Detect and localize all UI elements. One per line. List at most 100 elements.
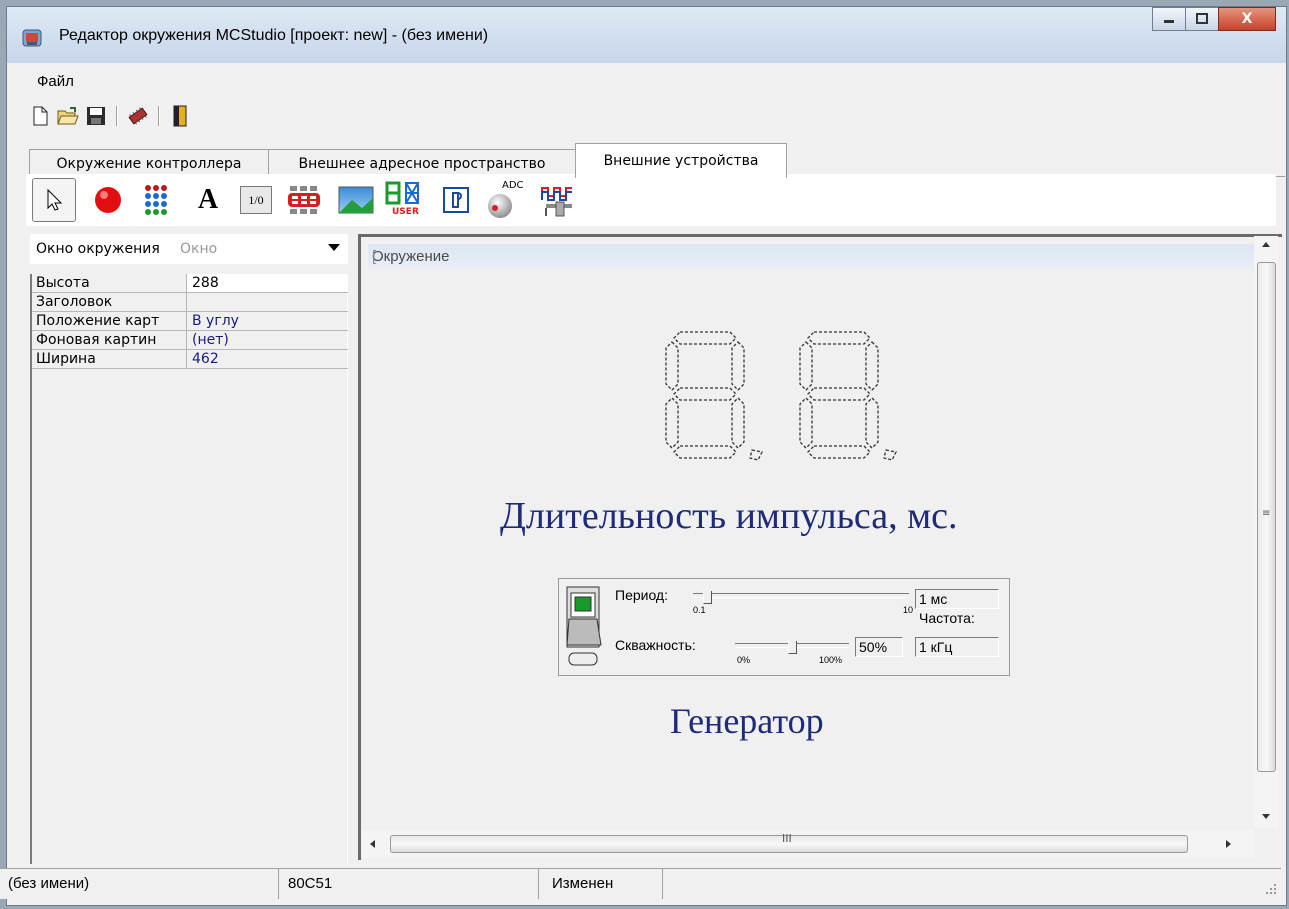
generator-caption[interactable]: Генератор xyxy=(670,700,824,742)
image-icon xyxy=(338,186,374,214)
keypad-tool[interactable] xyxy=(282,178,326,222)
duty-value: 50% xyxy=(855,637,903,657)
properties-pane: Окно окружения Окно Высота 288 Заголовок… xyxy=(30,234,348,864)
property-name: Высота xyxy=(36,275,90,291)
seven-segment-display[interactable] xyxy=(660,328,910,468)
period-slider[interactable] xyxy=(693,591,909,607)
new-file-button[interactable] xyxy=(29,105,51,127)
text-tool[interactable]: A xyxy=(186,178,230,222)
led-tool[interactable] xyxy=(86,178,130,222)
property-name: Ширина xyxy=(36,351,96,367)
window-controls: X xyxy=(1152,7,1276,33)
digit-1 xyxy=(665,331,763,461)
vertical-scrollbar[interactable]: ≡ xyxy=(1254,236,1278,828)
scroll-grip: ≡ xyxy=(1262,508,1271,519)
menu-file[interactable]: Файл xyxy=(37,73,74,90)
pointer-tool[interactable] xyxy=(32,178,76,222)
property-row[interactable]: Положение карт В углу xyxy=(32,312,348,331)
maximize-button[interactable] xyxy=(1185,7,1219,31)
tab-external-address-space[interactable]: Внешнее адресное пространство xyxy=(268,149,576,177)
object-selector-type: Окно xyxy=(180,241,218,257)
period-label: Период: xyxy=(615,587,668,603)
resize-grip-icon[interactable] xyxy=(1265,883,1277,895)
period-value: 1 мс xyxy=(915,589,999,609)
horizontal-scrollbar[interactable]: III xyxy=(362,830,1254,858)
edge-mark: [ xyxy=(372,248,377,265)
tab-label: Внешнее адресное пространство xyxy=(298,155,546,172)
maximize-icon xyxy=(1196,13,1208,24)
io-port-icon: 1/0 xyxy=(240,186,272,214)
property-row[interactable]: Фоновая картин (нет) xyxy=(32,331,348,350)
tab-external-devices[interactable]: Внешние устройства xyxy=(575,143,787,178)
duty-max: 100% xyxy=(819,655,843,665)
chip-button[interactable] xyxy=(127,105,149,127)
duty-slider-thumb[interactable] xyxy=(788,641,797,654)
adc-tool[interactable]: ADC xyxy=(484,178,528,222)
frequency-value: 1 кГц xyxy=(915,637,999,657)
led-matrix-tool[interactable] xyxy=(134,178,178,222)
frequency-label: Частота: xyxy=(919,610,975,626)
environment-title-bar[interactable]: Окружение [ xyxy=(368,244,1264,268)
duty-min: 0% xyxy=(737,655,751,665)
button-device-tool[interactable] xyxy=(434,178,478,222)
open-folder-icon xyxy=(57,107,79,125)
property-value[interactable]: В углу xyxy=(192,313,239,329)
property-grid: Высота 288 Заголовок Положение карт В уг… xyxy=(30,274,348,864)
object-selector-value: Окно окружения xyxy=(36,241,160,257)
window-title: Редактор окружения MCStudio [проект: new… xyxy=(59,27,489,44)
io-port-tool[interactable]: 1/0 xyxy=(234,178,278,222)
period-slider-thumb[interactable] xyxy=(703,591,712,604)
period-max: 10 xyxy=(903,605,914,615)
device-toolbar: A 1/0 USER ADC xyxy=(26,174,1276,226)
slider-track xyxy=(693,593,909,598)
minimize-button[interactable] xyxy=(1152,7,1186,31)
property-value[interactable]: 462 xyxy=(192,351,219,367)
property-row[interactable]: Высота 288 xyxy=(32,274,348,293)
text-label-icon: A xyxy=(197,184,219,215)
property-name: Фоновая картин xyxy=(36,332,157,348)
scroll-right-icon[interactable] xyxy=(1226,840,1231,848)
property-row[interactable]: Ширина 462 xyxy=(32,350,348,369)
chip-icon xyxy=(128,107,148,125)
led-icon xyxy=(95,187,121,213)
scroll-up-icon[interactable] xyxy=(1262,242,1270,247)
menu-bar: Файл xyxy=(7,69,1286,95)
duty-label: Скважность: xyxy=(615,637,696,653)
image-tool[interactable] xyxy=(334,178,378,222)
seven-segment-user-icon: USER xyxy=(384,180,424,220)
exit-button[interactable] xyxy=(169,105,191,127)
scroll-left-icon[interactable] xyxy=(370,840,375,848)
tab-controller-env[interactable]: Окружение контроллера xyxy=(29,149,269,177)
pulse-generator-icon xyxy=(541,187,572,217)
column-divider xyxy=(186,274,187,292)
title-bar[interactable]: Редактор окружения MCStudio [проект: new… xyxy=(7,7,1286,63)
generator-device[interactable]: Период: 0.1 10 1 мс Частота: Скважность:… xyxy=(558,578,1010,676)
property-value[interactable]: (нет) xyxy=(192,332,229,348)
pulse-duration-caption[interactable]: Длительность импульса, мс. xyxy=(500,494,958,538)
property-value[interactable]: 288 xyxy=(192,275,219,291)
exit-door-icon xyxy=(173,105,187,127)
io-label: 1/0 xyxy=(248,192,264,207)
property-row[interactable]: Заголовок xyxy=(32,293,348,312)
knob-graphic xyxy=(488,194,512,218)
user-label: USER xyxy=(392,207,419,217)
toolbar-separator xyxy=(158,106,160,126)
segment-digits xyxy=(385,181,419,205)
close-icon: X xyxy=(1241,11,1253,27)
column-divider xyxy=(186,331,187,349)
status-bar: (без имени) 80C51 Изменен xyxy=(0,868,1281,899)
save-button[interactable] xyxy=(85,105,107,127)
open-button[interactable] xyxy=(57,105,79,127)
property-name: Положение карт xyxy=(36,313,160,329)
seven-segment-user-tool[interactable]: USER xyxy=(382,178,426,222)
status-file: (без имени) xyxy=(8,869,279,899)
power-switch-icon[interactable] xyxy=(565,585,605,669)
close-button[interactable]: X xyxy=(1218,7,1276,31)
status-chip: 80C51 xyxy=(288,869,539,899)
scroll-down-icon[interactable] xyxy=(1262,814,1270,819)
object-selector[interactable]: Окно окружения Окно xyxy=(30,234,348,264)
digit-2 xyxy=(799,331,897,461)
main-toolbar xyxy=(29,103,191,129)
property-name: Заголовок xyxy=(36,294,113,310)
pulse-generator-tool[interactable] xyxy=(536,178,580,222)
